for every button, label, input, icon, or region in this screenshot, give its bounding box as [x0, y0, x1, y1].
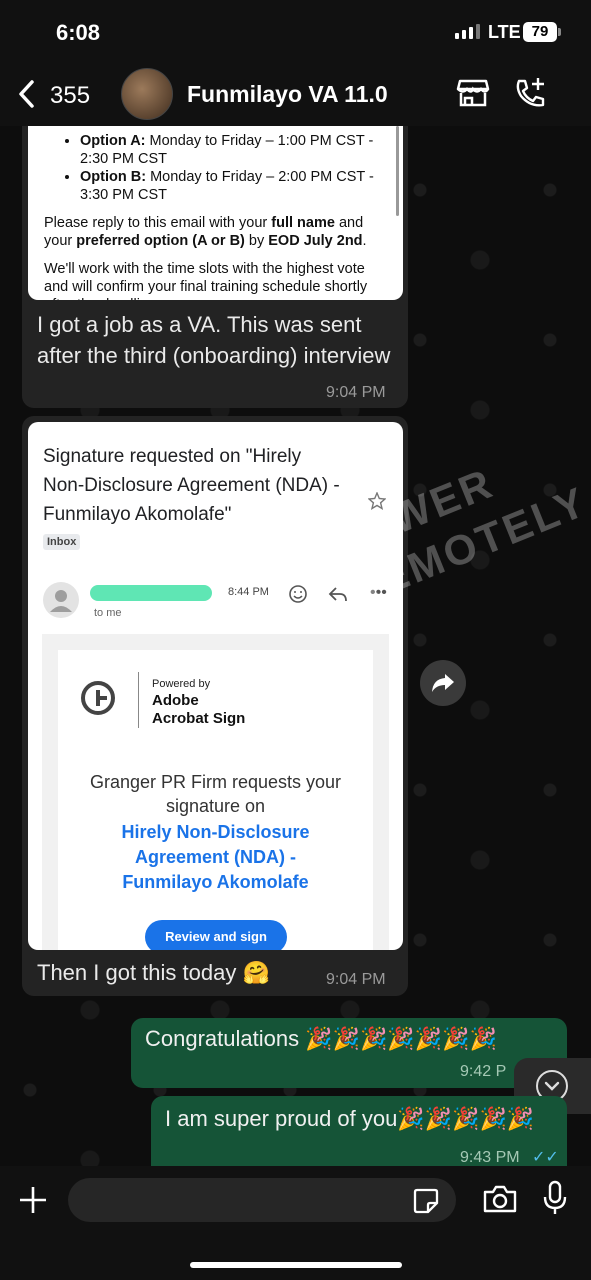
- email-subject: Signature requested on "Hirely Non-Discl…: [43, 446, 340, 525]
- message-text: Then I got this today 🤗: [37, 960, 270, 985]
- status-bar: 6:08 LTE 79: [0, 0, 591, 64]
- acrobat-text: Acrobat Sign: [152, 710, 246, 727]
- chat-header: 355 Funmilayo VA 11.0: [0, 64, 591, 126]
- battery-tip: [558, 28, 561, 36]
- message-time: 9:42 P: [460, 1063, 507, 1080]
- scrollbar: [396, 126, 399, 216]
- request-line-1: Granger PR Firm requests your: [89, 772, 342, 792]
- avatar[interactable]: [121, 68, 173, 120]
- unread-count[interactable]: 355: [50, 82, 90, 110]
- mic-icon[interactable]: [540, 1180, 570, 1221]
- sticker-icon[interactable]: [412, 1187, 440, 1220]
- forward-button[interactable]: [420, 660, 466, 706]
- option-a: Option A: Monday to Friday – 1:00 PM CST…: [80, 132, 387, 168]
- composer-bar: [0, 1166, 591, 1280]
- signal-icon: [455, 24, 480, 39]
- email-recipient: to me: [94, 607, 122, 619]
- battery-icon: 79: [523, 22, 557, 42]
- contact-name[interactable]: Funmilayo VA 11.0: [187, 81, 388, 108]
- reply-icon[interactable]: [328, 585, 348, 608]
- document-title: Hirely Non-Disclosure Agreement (NDA) - …: [121, 822, 310, 892]
- status-time: 6:08: [56, 20, 101, 45]
- message-text: Congratulations 🎉🎉🎉🎉🎉🎉🎉: [145, 1026, 497, 1051]
- home-indicator: [190, 1262, 402, 1268]
- request-line-2: signature on: [165, 796, 266, 816]
- powered-by: Powered by: [152, 678, 211, 690]
- store-icon[interactable]: [456, 78, 490, 108]
- call-add-icon[interactable]: [512, 76, 548, 112]
- company-logo: [80, 680, 116, 721]
- chevron-left-icon[interactable]: [16, 78, 38, 116]
- email-content-area: Powered by Adobe Acrobat Sign Granger PR…: [42, 634, 389, 950]
- adobe-card: Powered by Adobe Acrobat Sign Granger PR…: [58, 650, 373, 950]
- message-text: I am super proud of you🎉🎉🎉🎉🎉: [165, 1106, 535, 1131]
- camera-icon[interactable]: [482, 1184, 518, 1219]
- sender-avatar: [43, 582, 79, 618]
- message-time: 9:04 PM: [326, 384, 386, 401]
- email-screenshot-2[interactable]: Signature requested on "Hirely Non-Discl…: [28, 422, 403, 950]
- sender-name-redacted: [90, 585, 212, 601]
- message-text: I got a job as a VA. This was sent after…: [37, 312, 391, 368]
- message-input[interactable]: [68, 1178, 456, 1222]
- emoji-icon[interactable]: [288, 584, 308, 609]
- email-screenshot-1[interactable]: Option A: Monday to Friday – 1:00 PM CST…: [28, 126, 403, 300]
- inbox-label: Inbox: [43, 534, 81, 550]
- message-time: 9:04 PM: [326, 971, 386, 988]
- forward-icon: [432, 674, 454, 692]
- reply-instructions: Please reply to this email with your ful…: [44, 215, 367, 249]
- divider: [138, 672, 139, 728]
- plus-icon[interactable]: [18, 1185, 48, 1220]
- review-and-sign-button[interactable]: Review and sign: [145, 920, 287, 950]
- email-body: Option A: Monday to Friday – 1:00 PM CST…: [28, 126, 403, 300]
- message-time: 9:43 PM: [460, 1149, 520, 1166]
- sent-time: 8:44 PM: [228, 586, 269, 598]
- closing-text: We'll work with the time slots with the …: [44, 261, 368, 300]
- adobe-text: Adobe: [152, 692, 199, 709]
- read-receipt-icon: ✓✓: [532, 1149, 559, 1166]
- network-type: LTE: [488, 22, 521, 42]
- option-b: Option B: Monday to Friday – 2:00 PM CST…: [80, 168, 387, 204]
